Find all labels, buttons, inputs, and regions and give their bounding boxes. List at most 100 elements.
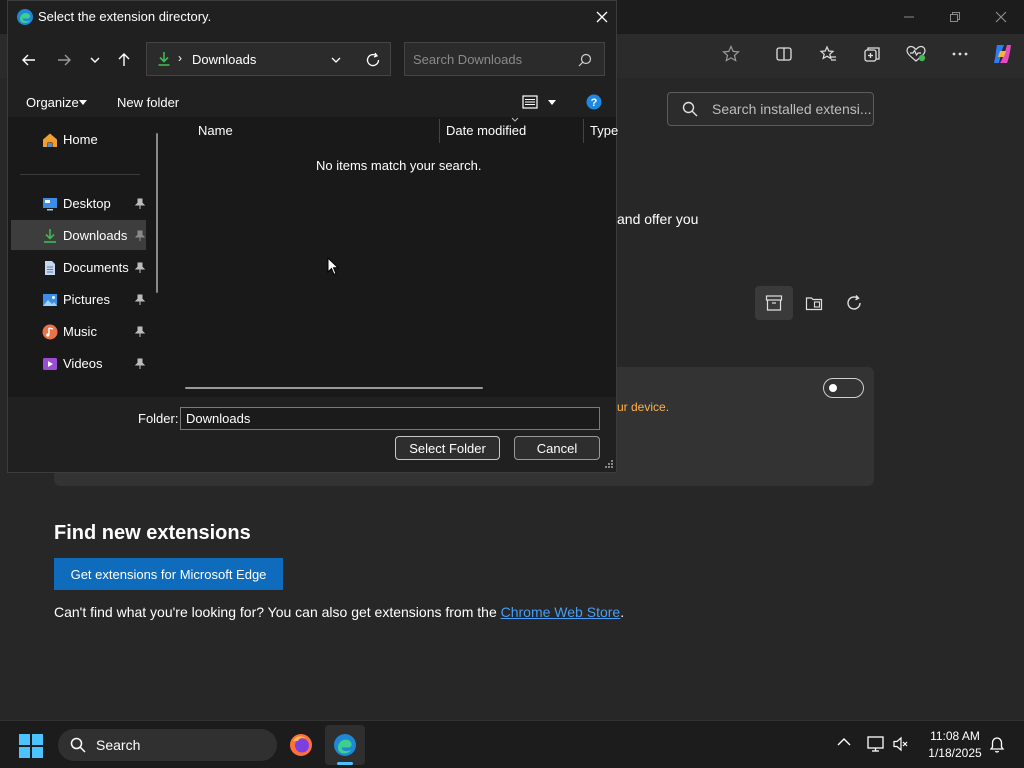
copilot-icon	[994, 45, 1011, 63]
caret-down-icon[interactable]	[548, 100, 556, 106]
heart-pulse-icon	[906, 45, 926, 62]
back-button[interactable]	[16, 47, 42, 73]
forward-button[interactable]	[51, 47, 77, 73]
cancel-button[interactable]: Cancel	[514, 436, 600, 460]
update-extensions-button[interactable]	[835, 286, 873, 320]
nav-item-label: Pictures	[63, 292, 110, 307]
taskbar-edge[interactable]	[325, 725, 365, 765]
organize-menu[interactable]: Organize	[26, 95, 79, 110]
window-close-button[interactable]	[978, 4, 1024, 30]
breadcrumb-downloads[interactable]: Downloads	[192, 52, 256, 67]
windows-start-icon[interactable]	[19, 734, 43, 758]
file-list-pane: Name Date modified Type No items match y…	[166, 117, 618, 397]
chevron-down-icon[interactable]	[330, 55, 342, 65]
address-path-box[interactable]: › Downloads	[146, 42, 391, 76]
split-screen-button[interactable]	[766, 40, 802, 68]
nav-item-documents[interactable]: Documents	[11, 252, 146, 282]
column-header-name[interactable]: Name	[198, 123, 233, 138]
pin-icon	[135, 262, 145, 273]
folder-name-input[interactable]	[180, 407, 600, 430]
volume-muted-icon[interactable]	[893, 736, 909, 752]
folder-load-icon	[805, 297, 823, 311]
nav-item-home[interactable]: Home	[11, 124, 146, 154]
column-header-type[interactable]: Type	[590, 123, 618, 138]
archive-icon	[765, 295, 783, 311]
cant-find-text: Can't find what you're looking for? You …	[54, 604, 624, 620]
command-bar: Organize New folder ?	[8, 87, 616, 117]
pin-icon	[135, 358, 145, 369]
search-icon	[578, 53, 592, 67]
pictures-icon	[43, 294, 57, 306]
nav-item-downloads[interactable]: Downloads	[11, 220, 146, 250]
copilot-button[interactable]	[984, 40, 1020, 68]
collections-icon	[864, 47, 880, 62]
minimize-button[interactable]	[886, 4, 932, 30]
select-folder-button[interactable]: Select Folder	[395, 436, 500, 460]
developer-mode-toggle[interactable]	[823, 378, 864, 398]
restore-button[interactable]	[932, 4, 978, 30]
dialog-close-button[interactable]	[588, 5, 616, 29]
pin-icon	[135, 198, 145, 209]
clock-time[interactable]: 11:08 AM	[920, 729, 990, 743]
up-button[interactable]	[111, 47, 137, 73]
resize-grip-icon[interactable]	[604, 459, 614, 469]
downloads-icon	[158, 52, 170, 66]
chevron-up-icon[interactable]	[837, 737, 851, 747]
column-header-date-modified[interactable]: Date modified	[446, 123, 526, 138]
search-icon	[70, 737, 86, 753]
recent-locations-button[interactable]	[82, 47, 108, 73]
developer-mode-description: and offer you	[617, 211, 699, 227]
breadcrumb-separator-icon: ›	[178, 51, 182, 65]
arrow-up-icon	[118, 53, 130, 66]
pin-icon	[135, 294, 145, 305]
arrow-right-icon	[58, 54, 71, 66]
cant-find-period: .	[620, 604, 625, 620]
nav-item-label: Home	[63, 132, 98, 147]
select-folder-dialog: Select the extension directory. › Downlo…	[7, 0, 618, 473]
videos-icon	[43, 358, 57, 370]
search-installed-extensions[interactable]: Search installed extensi...	[667, 92, 874, 126]
new-folder-button[interactable]: New folder	[117, 95, 179, 110]
clock-date[interactable]: 1/18/2025	[920, 746, 990, 760]
nav-item-pictures[interactable]: Pictures	[11, 284, 146, 314]
favorites-icon	[819, 45, 836, 61]
taskbar-firefox[interactable]	[281, 725, 321, 765]
minimize-icon	[904, 16, 914, 18]
chrome-web-store-link[interactable]: Chrome Web Store	[501, 604, 621, 620]
search-downloads-input[interactable]: Search Downloads	[404, 42, 605, 76]
favorites-button[interactable]	[810, 40, 846, 68]
help-icon[interactable]: ?	[586, 94, 602, 110]
nav-item-desktop[interactable]: Desktop	[11, 188, 146, 218]
pack-extension-button[interactable]	[755, 286, 793, 320]
close-icon	[995, 11, 1007, 23]
load-unpacked-button[interactable]	[795, 286, 833, 320]
sort-caret-icon	[511, 117, 519, 122]
caret-down-icon[interactable]	[79, 100, 87, 106]
network-icon[interactable]	[866, 735, 886, 753]
folder-label: Folder:	[138, 411, 179, 426]
browser-essentials-button[interactable]	[898, 40, 934, 68]
nav-item-music[interactable]: Music	[11, 316, 146, 346]
music-icon	[42, 324, 58, 340]
edge-icon	[334, 734, 356, 756]
favorite-star-button[interactable]	[713, 40, 749, 68]
pin-icon	[135, 326, 145, 337]
taskbar-search-box[interactable]: Search	[58, 729, 277, 761]
search-placeholder: Search Downloads	[413, 52, 523, 67]
mouse-pointer-icon	[327, 257, 339, 276]
nav-scrollbar[interactable]	[156, 133, 158, 293]
notification-bell-icon[interactable]	[989, 736, 1005, 754]
get-extensions-button[interactable]: Get extensions for Microsoft Edge	[54, 558, 283, 590]
downloads-icon	[44, 229, 56, 243]
column-separator[interactable]	[439, 119, 440, 143]
close-icon	[596, 11, 608, 23]
search-placeholder: Search installed extensi...	[712, 101, 872, 117]
restore-icon	[950, 12, 960, 22]
refresh-icon[interactable]	[365, 52, 381, 68]
settings-more-button[interactable]	[942, 40, 978, 68]
view-options-icon[interactable]	[522, 94, 538, 110]
collections-button[interactable]	[854, 40, 890, 68]
horizontal-scrollbar[interactable]	[185, 387, 483, 389]
column-separator[interactable]	[583, 119, 584, 143]
nav-item-videos[interactable]: Videos	[11, 348, 146, 378]
